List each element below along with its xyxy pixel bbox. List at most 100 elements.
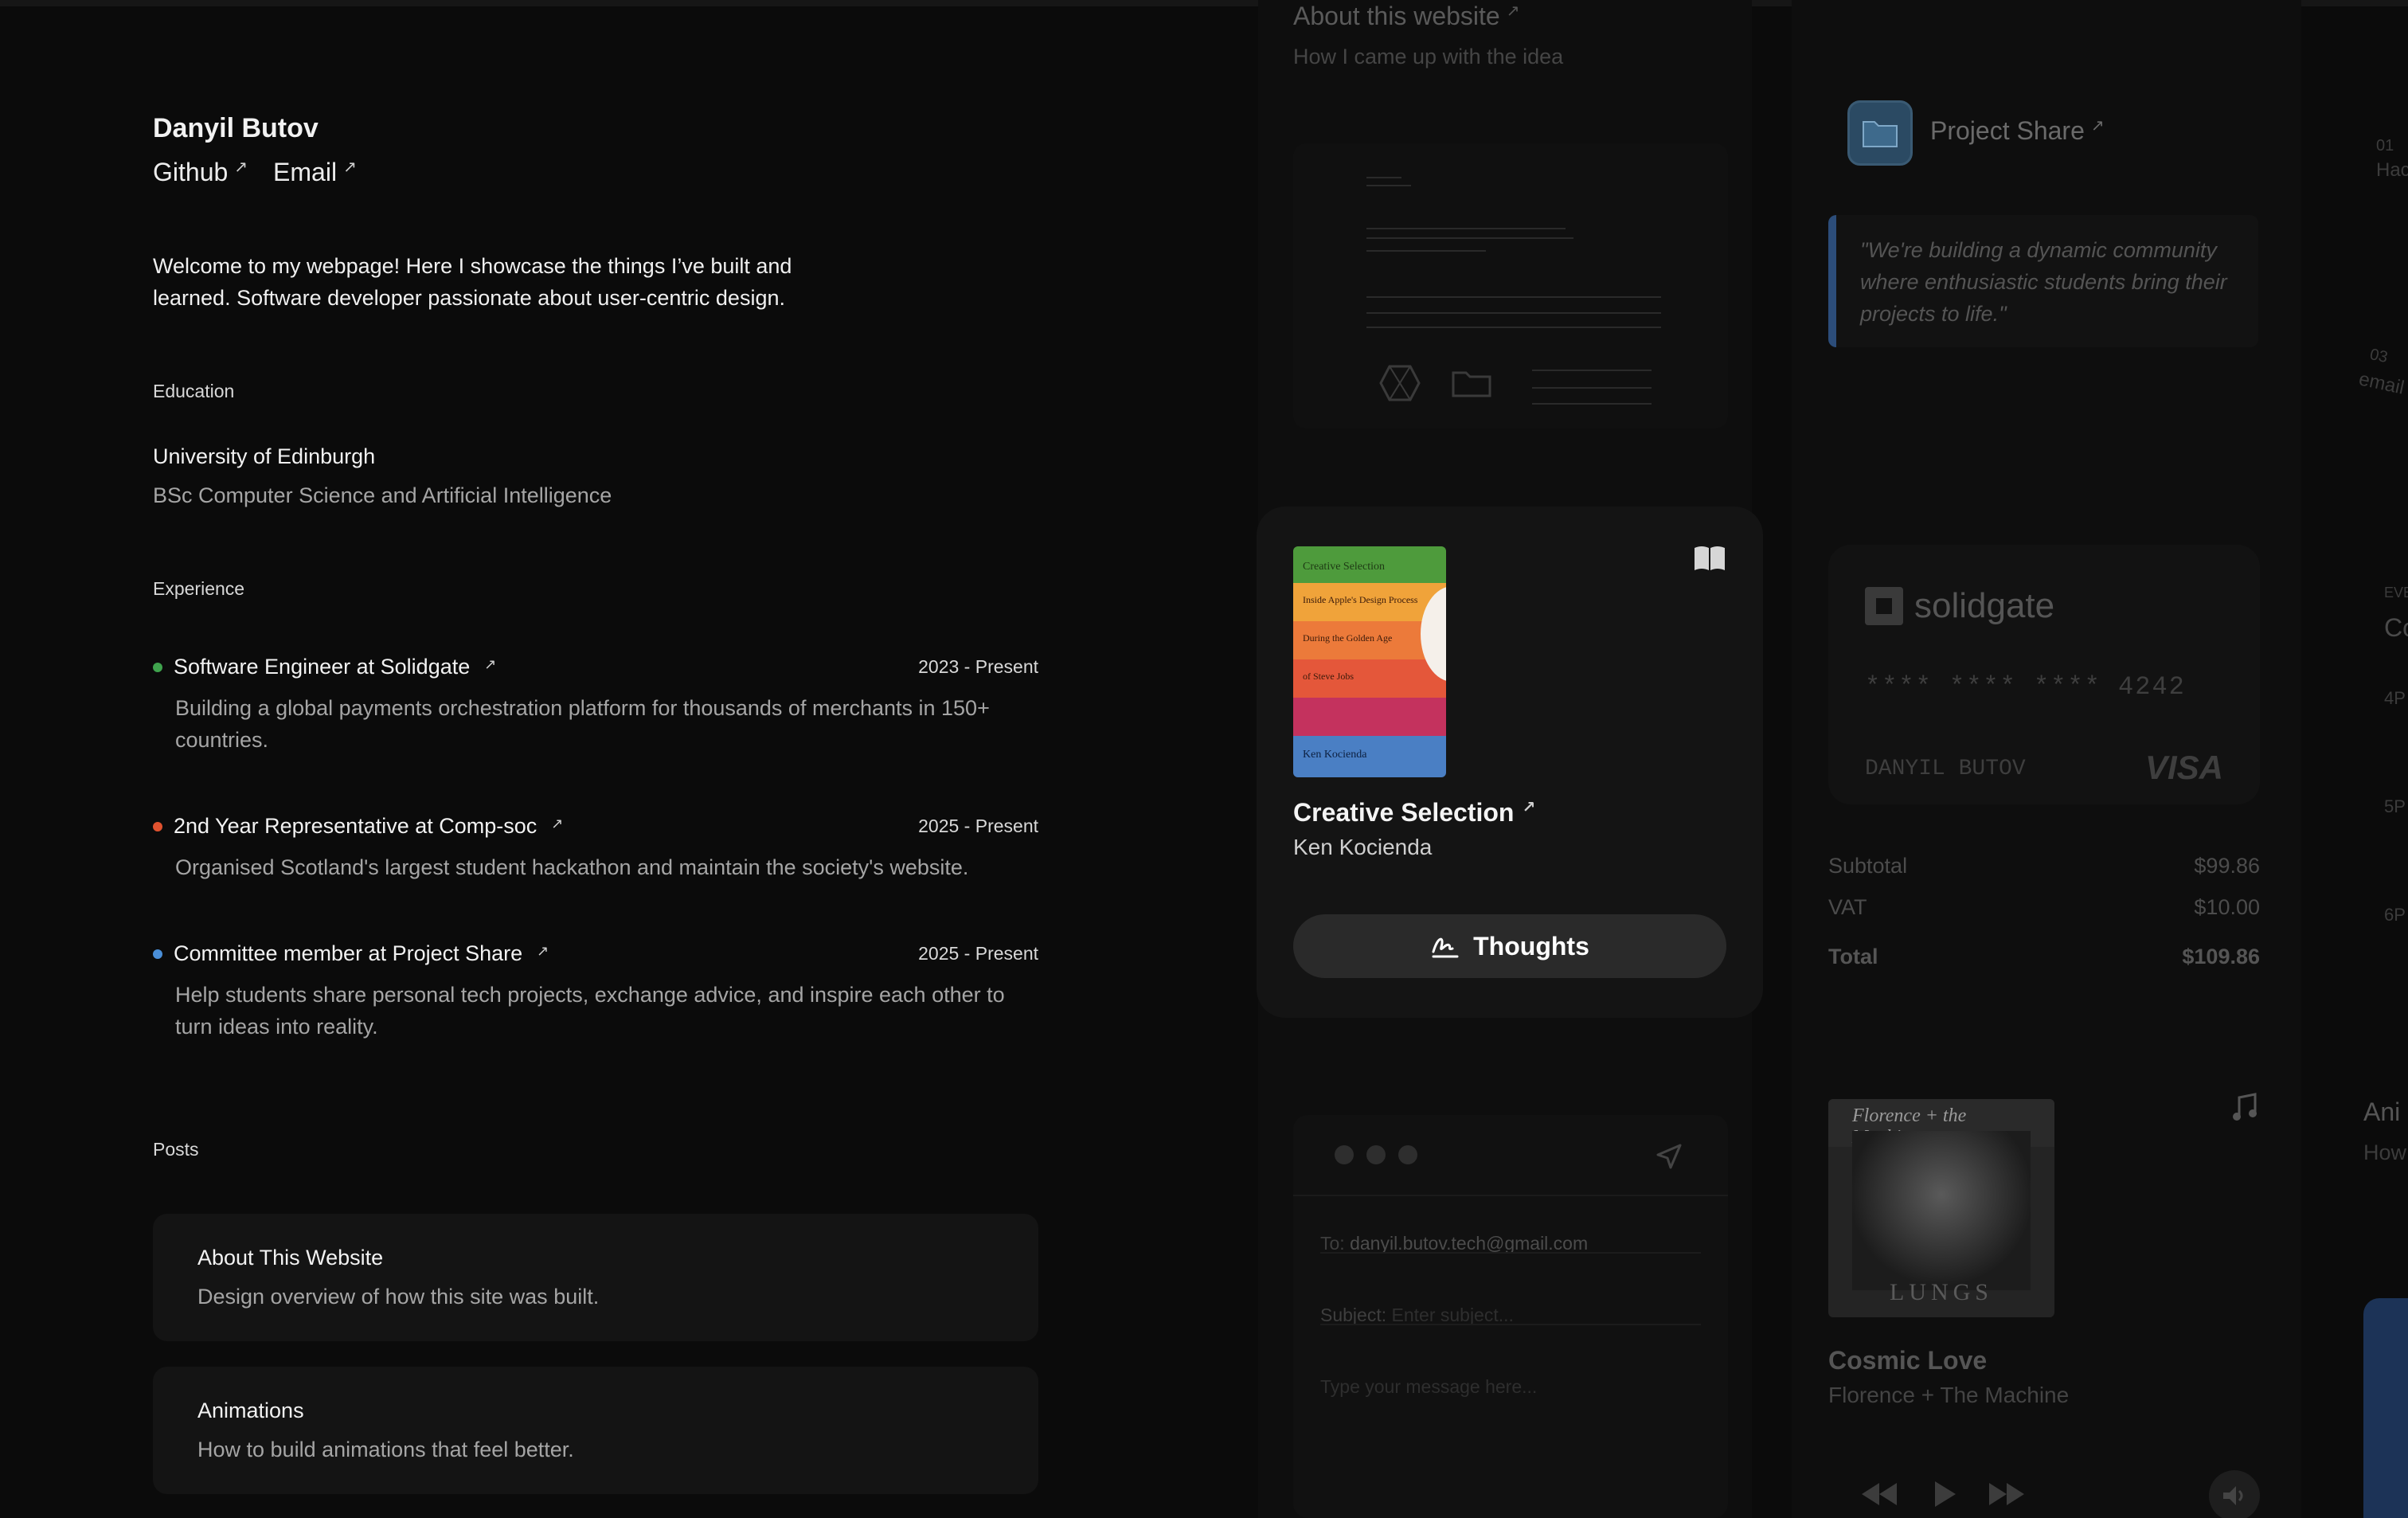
email-link[interactable]: Email ↗ — [273, 158, 357, 187]
song-artist: Florence + The Machine — [1828, 1383, 2070, 1407]
cover-stripe — [1293, 698, 1446, 736]
book-cover-image[interactable]: Creative Selection Inside Apple's Design… — [1293, 546, 1446, 777]
card-holder: DANYIL BUTOV — [1865, 757, 2026, 781]
project-share-quote: "We're building a dynamic community wher… — [1828, 215, 2258, 347]
email-subject-label: Subject: — [1320, 1305, 1387, 1325]
external-arrow-icon: ↗ — [551, 815, 564, 831]
hackathon-logo-icon — [1379, 365, 1421, 401]
profile-links: Github ↗ Email ↗ — [153, 158, 357, 187]
edge-card-index: 01 — [2376, 137, 2394, 155]
window-controls — [1335, 1145, 1417, 1164]
book-title-text: Creative Selection — [1293, 798, 1515, 827]
open-book-icon — [1695, 546, 1725, 570]
status-dot — [153, 821, 162, 831]
book-title[interactable]: Creative Selection ↗ — [1293, 798, 1535, 827]
edge-calendar-time: 5P — [2384, 796, 2406, 816]
play-icon[interactable] — [1932, 1480, 1957, 1508]
edge-blue-panel — [2363, 1298, 2408, 1518]
edge-post-subtitle: How — [2363, 1140, 2407, 1164]
total-row: Total $109.86 — [1828, 945, 2260, 969]
external-arrow-icon: ↗ — [1522, 799, 1536, 816]
vat-amount: $10.00 — [2194, 895, 2260, 919]
fast-forward-icon[interactable] — [1988, 1481, 2026, 1507]
edge-card-text: email — [2356, 368, 2406, 399]
external-arrow-icon: ↗ — [2090, 117, 2105, 135]
cover-title: Creative Selection — [1293, 546, 1446, 583]
email-subject-field[interactable]: Subject: Enter subject... — [1320, 1305, 1514, 1326]
posts-heading: Posts — [153, 1139, 199, 1160]
status-dot — [153, 662, 162, 672]
experience-title: Committee member at Project Share — [174, 941, 523, 965]
email-to-field[interactable]: To: danyil.butov.tech@gmail.com — [1320, 1233, 1588, 1254]
subtotal-label: Subtotal — [1828, 854, 1908, 878]
email-to-value: danyil.butov.tech@gmail.com — [1350, 1233, 1589, 1254]
folder-icon — [1452, 371, 1491, 397]
experience-item: Software Engineer at Solidgate ↗ 2023 - … — [153, 655, 1038, 756]
solidgate-mark-icon — [1865, 587, 1903, 625]
volume-button[interactable] — [2209, 1470, 2260, 1518]
thoughts-button-label: Thoughts — [1473, 931, 1589, 960]
project-share-title[interactable]: Project Share ↗ — [1930, 116, 2105, 146]
experience-description: Help students share personal tech projec… — [175, 983, 1005, 1039]
experience-role-link[interactable]: 2nd Year Representative at Comp-soc ↗ — [153, 814, 563, 839]
cover-subtitle: of Steve Jobs — [1293, 659, 1446, 698]
solidgate-brand-text: solidgate — [1914, 586, 2055, 625]
intro-text: Welcome to my webpage! Here I showcase t… — [153, 254, 792, 310]
folder-icon — [1863, 121, 1898, 147]
experience-description: Building a global payments orchestration… — [175, 696, 990, 752]
email-compose-card: To: danyil.butov.tech@gmail.com Subject:… — [1293, 1115, 1728, 1518]
thoughts-button[interactable]: Thoughts — [1293, 914, 1726, 978]
payment-card: solidgate **** **** **** 4242 DANYIL BUT… — [1828, 545, 2260, 804]
rewind-icon[interactable] — [1860, 1481, 1898, 1507]
album-photo — [1852, 1131, 2031, 1290]
post-description: How to build animations that feel better… — [197, 1438, 574, 1461]
vat-label: VAT — [1828, 895, 1867, 919]
experience-title: Software Engineer at Solidgate — [174, 655, 471, 679]
cover-author: Ken Kocienda — [1293, 736, 1446, 777]
edge-calendar-label: EVE — [2384, 585, 2408, 601]
edge-calendar-time: 6P — [2384, 905, 2406, 925]
website-preview-thumbnail[interactable] — [1293, 143, 1728, 428]
experience-dates: 2025 - Present — [918, 816, 1038, 836]
edge-calendar-time: 4P — [2384, 688, 2406, 708]
project-share-title-text: Project Share — [1930, 116, 2085, 145]
edge-calendar-title: Co — [2384, 613, 2408, 642]
player-controls — [1828, 1470, 2260, 1518]
edge-card-index: 03 — [2368, 345, 2390, 367]
edge-post-title: Ani — [2363, 1097, 2401, 1126]
about-website-subtitle: How I came up with the idea — [1293, 45, 1564, 68]
experience-role-link[interactable]: Software Engineer at Solidgate ↗ — [153, 655, 496, 679]
visa-logo: VISA — [2144, 749, 2223, 786]
send-icon[interactable] — [1655, 1142, 1683, 1171]
education-heading: Education — [153, 381, 235, 401]
status-dot — [153, 949, 162, 959]
experience-role-link[interactable]: Committee member at Project Share ↗ — [153, 941, 549, 966]
github-link[interactable]: Github ↗ — [153, 158, 248, 187]
card-number: **** **** **** 4242 — [1865, 672, 2186, 702]
book-author: Ken Kocienda — [1293, 835, 1433, 859]
solidgate-logo: solidgate — [1865, 586, 2054, 626]
song-title: Cosmic Love — [1828, 1346, 1988, 1375]
vat-row: VAT $10.00 — [1828, 895, 2260, 920]
post-card-animations[interactable]: Animations How to build animations that … — [153, 1367, 1038, 1494]
project-share-logo — [1847, 100, 1913, 166]
experience-item: 2nd Year Representative at Comp-soc ↗ 20… — [153, 814, 1038, 883]
external-arrow-icon: ↗ — [234, 158, 248, 176]
post-card-about[interactable]: About This Website Design overview of ho… — [153, 1214, 1038, 1341]
total-label: Total — [1828, 945, 1878, 968]
post-title: Animations — [197, 1399, 304, 1422]
education-school: University of Edinburgh — [153, 444, 376, 468]
email-to-label: To: — [1320, 1233, 1345, 1254]
external-arrow-icon: ↗ — [537, 942, 549, 959]
external-arrow-icon: ↗ — [484, 655, 497, 672]
external-arrow-icon: ↗ — [1506, 2, 1520, 20]
album-cover-image: Florence + the Machine LUNGS — [1828, 1099, 2054, 1317]
experience-description: Organised Scotland's largest student hac… — [175, 855, 969, 879]
experience-title: 2nd Year Representative at Comp-soc — [174, 814, 538, 838]
book-card: Creative Selection Inside Apple's Design… — [1257, 507, 1763, 1018]
post-description: Design overview of how this site was bui… — [197, 1285, 600, 1309]
experience-dates: 2023 - Present — [918, 656, 1038, 677]
about-website-title-text: About this website — [1293, 2, 1500, 30]
email-message-field[interactable]: Type your message here... — [1320, 1376, 1537, 1398]
about-website-title[interactable]: About this website ↗ — [1293, 2, 1519, 31]
